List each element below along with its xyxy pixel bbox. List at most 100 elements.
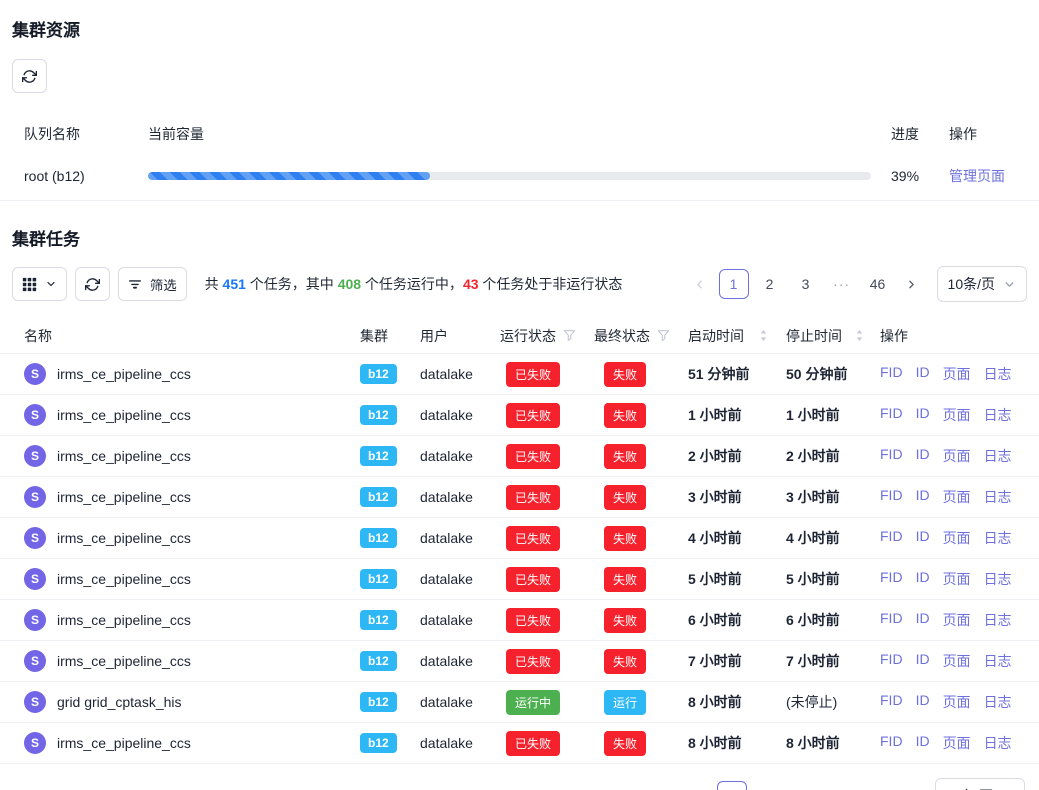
task-avatar: S: [24, 404, 46, 426]
task-avatar: S: [24, 568, 46, 590]
fid-link[interactable]: FID: [880, 446, 903, 466]
cluster-tag: b12: [360, 569, 397, 589]
row-actions: FID ID 页面日志: [878, 405, 1027, 425]
id-link[interactable]: ID: [916, 405, 930, 425]
filter-funnel-icon[interactable]: [563, 329, 576, 342]
pagination-page-3[interactable]: 3: [791, 269, 821, 299]
log-link[interactable]: 日志: [984, 610, 1012, 630]
running-tasks-count: 408: [338, 276, 361, 292]
stop-time: 50 分钟前: [782, 364, 878, 384]
pagination-page-1[interactable]: 1: [719, 269, 749, 299]
final-status-badge: 失败: [604, 444, 646, 469]
page-link[interactable]: 页面: [943, 692, 971, 712]
start-time: 7 小时前: [684, 651, 782, 671]
id-link[interactable]: ID: [916, 610, 930, 630]
manage-page-link[interactable]: 管理页面: [949, 168, 1005, 184]
pagination-page-2[interactable]: 2: [753, 781, 783, 790]
row-actions: FID ID 页面日志: [878, 487, 1027, 507]
pagination-page-2[interactable]: 2: [755, 269, 785, 299]
fid-link[interactable]: FID: [880, 528, 903, 548]
pagination-page-1[interactable]: 1: [717, 781, 747, 790]
log-link[interactable]: 日志: [984, 446, 1012, 466]
stop-time: 5 小时前: [782, 569, 878, 589]
row-actions: FID ID 页面日志: [878, 569, 1027, 589]
task-user: datalake: [412, 407, 492, 423]
final-status-badge: 失败: [604, 649, 646, 674]
task-user: datalake: [412, 571, 492, 587]
start-time: 51 分钟前: [684, 364, 782, 384]
refresh-resources-button[interactable]: [12, 59, 47, 93]
sort-icon[interactable]: [759, 329, 768, 342]
start-time: 8 小时前: [684, 733, 782, 753]
queue-name: root (b12): [12, 168, 136, 184]
fid-link[interactable]: FID: [880, 569, 903, 589]
page-link[interactable]: 页面: [943, 364, 971, 384]
id-link[interactable]: ID: [916, 651, 930, 671]
refresh-tasks-button[interactable]: [75, 267, 110, 301]
page-link[interactable]: 页面: [943, 569, 971, 589]
task-user: datalake: [412, 489, 492, 505]
pagination-next-button[interactable]: [897, 783, 923, 790]
filter-funnel-icon[interactable]: [657, 329, 670, 342]
run-status-badge: 已失败: [506, 485, 560, 510]
sort-icon[interactable]: [855, 329, 864, 342]
fid-link[interactable]: FID: [880, 364, 903, 384]
refresh-icon: [22, 69, 37, 84]
id-link[interactable]: ID: [916, 733, 930, 753]
row-actions: FID ID 页面日志: [878, 610, 1027, 630]
stop-time: 6 小时前: [782, 610, 878, 630]
task-avatar: S: [24, 609, 46, 631]
row-actions: FID ID 页面日志: [878, 692, 1027, 712]
log-link[interactable]: 日志: [984, 405, 1012, 425]
page-link[interactable]: 页面: [943, 651, 971, 671]
pagination-page-3[interactable]: 3: [789, 781, 819, 790]
task-avatar: S: [24, 527, 46, 549]
id-link[interactable]: ID: [916, 569, 930, 589]
log-link[interactable]: 日志: [984, 487, 1012, 507]
log-link[interactable]: 日志: [984, 528, 1012, 548]
stop-time: 1 小时前: [782, 405, 878, 425]
final-status-badge: 失败: [604, 731, 646, 756]
id-link[interactable]: ID: [916, 692, 930, 712]
page-link[interactable]: 页面: [943, 528, 971, 548]
filter-button[interactable]: 筛选: [118, 267, 187, 301]
task-avatar: S: [24, 363, 46, 385]
pagination-page-46[interactable]: 46: [861, 781, 891, 790]
log-link[interactable]: 日志: [984, 692, 1012, 712]
task-name: irms_ce_pipeline_ccs: [57, 407, 191, 423]
table-row: S irms_ce_pipeline_ccs b12 datalake 已失败 …: [0, 641, 1039, 682]
queue-actions-header: 操作: [941, 124, 1027, 144]
columns-menu-button[interactable]: [12, 267, 67, 301]
log-link[interactable]: 日志: [984, 733, 1012, 753]
id-link[interactable]: ID: [916, 487, 930, 507]
pagination-prev-button[interactable]: [687, 271, 713, 297]
summary-text: 共: [205, 276, 223, 292]
log-link[interactable]: 日志: [984, 651, 1012, 671]
run-status-badge: 已失败: [506, 567, 560, 592]
fid-link[interactable]: FID: [880, 487, 903, 507]
page-link[interactable]: 页面: [943, 610, 971, 630]
page-size-select[interactable]: 10条/页: [935, 778, 1025, 790]
fid-link[interactable]: FID: [880, 610, 903, 630]
pagination-ellipsis[interactable]: ···: [825, 781, 855, 790]
capacity-progress-fill: [148, 172, 430, 180]
page-link[interactable]: 页面: [943, 405, 971, 425]
log-link[interactable]: 日志: [984, 364, 1012, 384]
log-link[interactable]: 日志: [984, 569, 1012, 589]
fid-link[interactable]: FID: [880, 692, 903, 712]
id-link[interactable]: ID: [916, 446, 930, 466]
fid-link[interactable]: FID: [880, 733, 903, 753]
pagination-page-46[interactable]: 46: [863, 269, 893, 299]
row-actions: FID ID 页面日志: [878, 446, 1027, 466]
page-size-select[interactable]: 10条/页: [937, 266, 1027, 302]
page-link[interactable]: 页面: [943, 446, 971, 466]
fid-link[interactable]: FID: [880, 651, 903, 671]
pagination-ellipsis[interactable]: ···: [827, 269, 857, 299]
id-link[interactable]: ID: [916, 364, 930, 384]
pagination-next-button[interactable]: [899, 271, 925, 297]
page-link[interactable]: 页面: [943, 733, 971, 753]
pagination-prev-button[interactable]: [685, 783, 711, 790]
id-link[interactable]: ID: [916, 528, 930, 548]
page-link[interactable]: 页面: [943, 487, 971, 507]
fid-link[interactable]: FID: [880, 405, 903, 425]
